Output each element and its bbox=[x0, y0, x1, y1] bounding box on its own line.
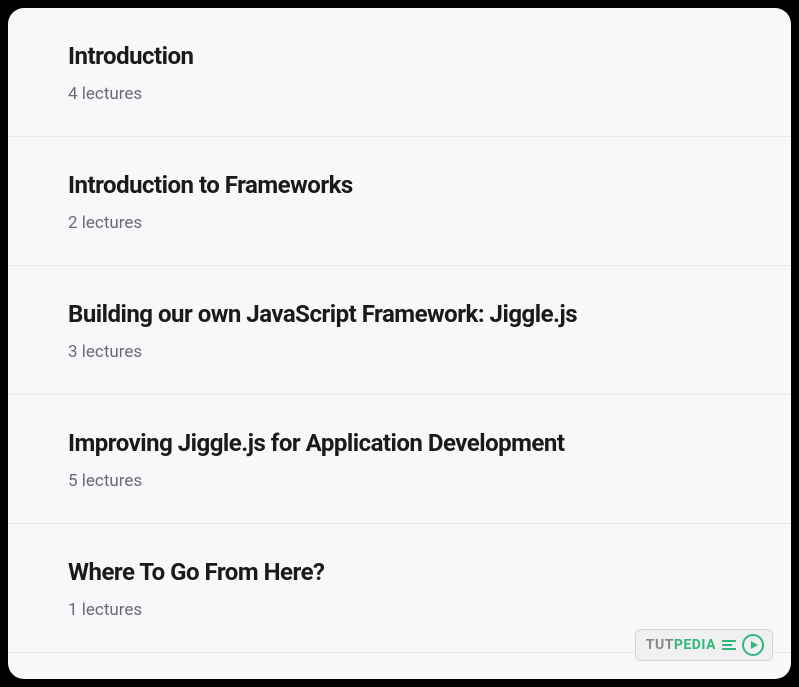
course-section[interactable]: Improving Jiggle.js for Application Deve… bbox=[8, 395, 791, 524]
section-lecture-count: 2 lectures bbox=[68, 213, 731, 233]
section-title: Introduction to Frameworks bbox=[68, 171, 731, 199]
section-title: Where To Go From Here? bbox=[68, 558, 731, 586]
speed-lines-icon bbox=[722, 640, 736, 650]
course-sections-card: Introduction 4 lectures Introduction to … bbox=[8, 8, 791, 679]
course-section[interactable]: Introduction 4 lectures bbox=[8, 8, 791, 137]
section-lecture-count: 1 lectures bbox=[68, 600, 731, 620]
course-section[interactable]: Building our own JavaScript Framework: J… bbox=[8, 266, 791, 395]
watermark-prefix: TUT bbox=[646, 637, 674, 653]
watermark-suffix: PEDIA bbox=[674, 637, 716, 653]
section-title: Improving Jiggle.js for Application Deve… bbox=[68, 429, 731, 457]
course-section[interactable]: Introduction to Frameworks 2 lectures bbox=[8, 137, 791, 266]
section-title: Introduction bbox=[68, 42, 731, 70]
watermark-badge: TUTPEDIA bbox=[635, 629, 773, 661]
section-lecture-count: 4 lectures bbox=[68, 84, 731, 104]
section-lecture-count: 3 lectures bbox=[68, 342, 731, 362]
watermark-text: TUTPEDIA bbox=[646, 637, 716, 653]
section-lecture-count: 5 lectures bbox=[68, 471, 731, 491]
play-icon bbox=[742, 634, 764, 656]
section-title: Building our own JavaScript Framework: J… bbox=[68, 300, 731, 328]
